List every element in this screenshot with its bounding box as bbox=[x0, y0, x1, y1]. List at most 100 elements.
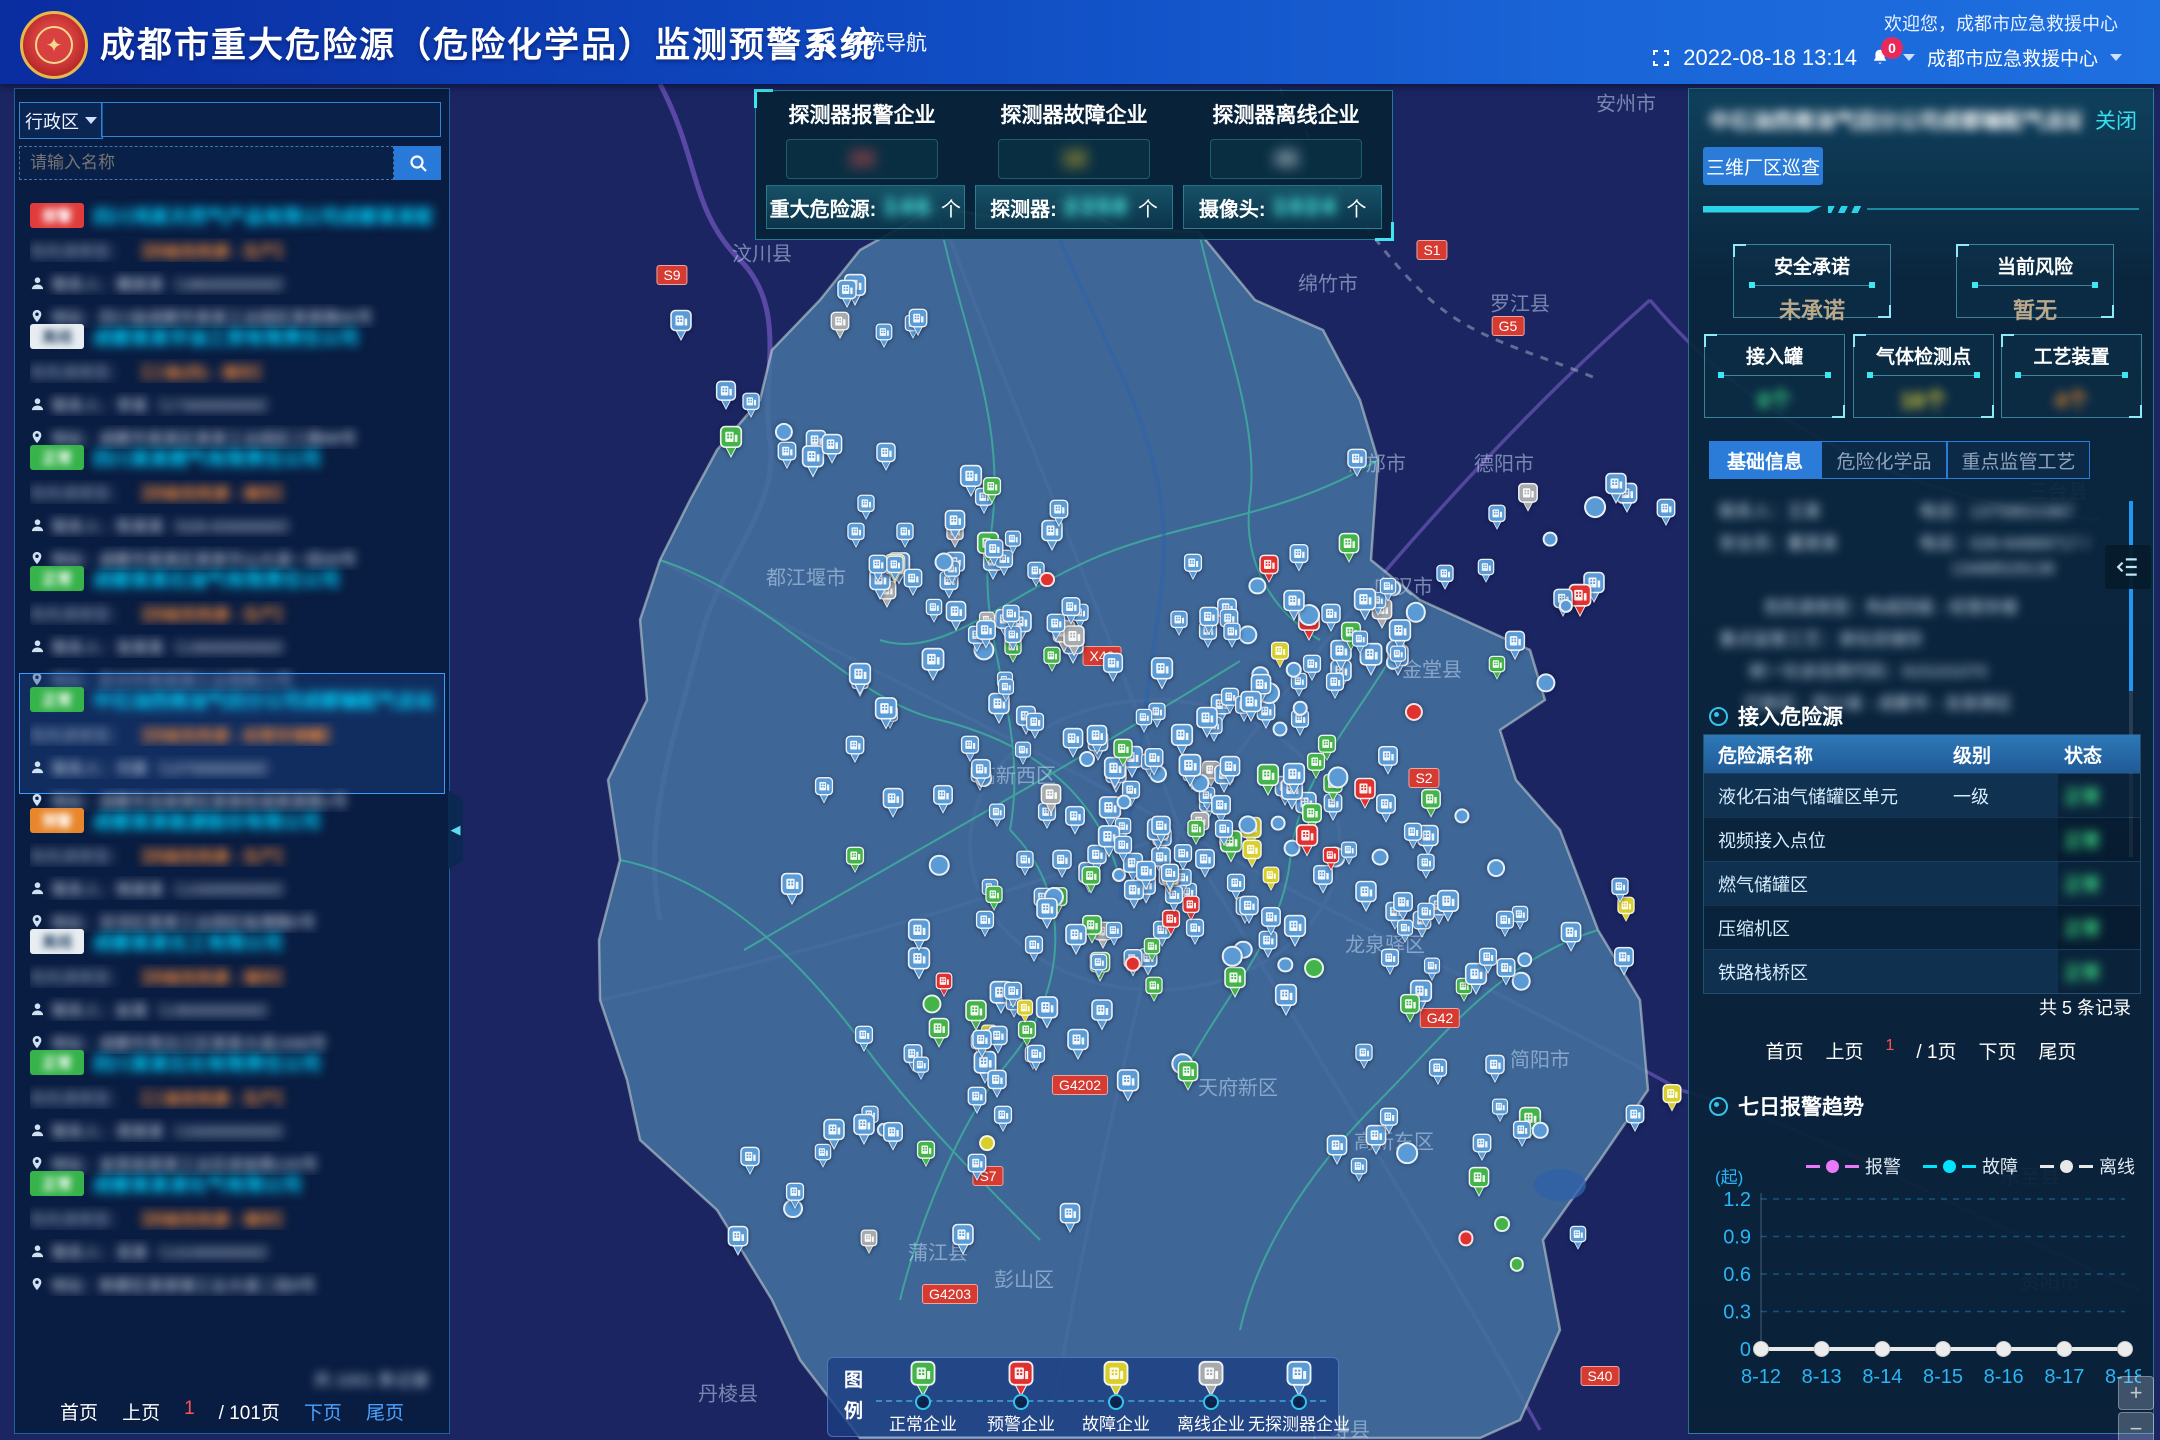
map-marker-dot[interactable] bbox=[1532, 1122, 1548, 1138]
map-marker-pin[interactable] bbox=[1063, 805, 1087, 840]
map-marker-dot[interactable] bbox=[1542, 531, 1557, 546]
trend-legend-item[interactable]: 报警 bbox=[1806, 1153, 1901, 1179]
zoom-in-button[interactable]: + bbox=[2118, 1376, 2154, 1410]
map-marker-pin[interactable] bbox=[1568, 1225, 1588, 1255]
map-marker-dot[interactable] bbox=[1249, 578, 1266, 595]
map-marker-pin[interactable] bbox=[1376, 745, 1400, 780]
tab-hazchem[interactable]: 危险化学品 bbox=[1821, 441, 1947, 479]
zoom-out-button[interactable]: − bbox=[2118, 1412, 2154, 1440]
map-marker-dot[interactable] bbox=[1536, 674, 1555, 693]
table-row[interactable]: 视频接入点位正常 bbox=[1704, 817, 2140, 861]
map-marker-pin[interactable] bbox=[1353, 880, 1379, 917]
map-marker-dot[interactable] bbox=[1278, 957, 1293, 972]
map-marker-pin[interactable] bbox=[1222, 622, 1243, 653]
trend-legend-item[interactable]: 离线 bbox=[2040, 1153, 2135, 1179]
map-marker-pin[interactable] bbox=[1398, 993, 1422, 1028]
map-marker-pin[interactable] bbox=[738, 1146, 762, 1180]
map-marker-pin[interactable] bbox=[1003, 530, 1023, 559]
map-marker-dot[interactable] bbox=[1286, 661, 1303, 678]
page-first[interactable]: 首页 bbox=[60, 1398, 98, 1425]
user-menu[interactable]: 成都市应急救援中心 bbox=[1927, 44, 2098, 71]
map-marker-pin[interactable] bbox=[1218, 755, 1243, 791]
map-marker-pin[interactable] bbox=[1415, 902, 1436, 933]
map-marker-pin[interactable] bbox=[1339, 841, 1359, 870]
map-marker-pin[interactable] bbox=[981, 476, 1003, 509]
map-marker-pin[interactable] bbox=[1182, 553, 1204, 585]
map-marker-dot[interactable] bbox=[1494, 1216, 1510, 1232]
map-marker-pin[interactable] bbox=[740, 392, 761, 423]
company-card[interactable]: 离线成都某某华油工贸有限责任公司危险源类型：【三级(四) - 储存】联系人：李某… bbox=[19, 310, 445, 431]
map-marker-pin[interactable] bbox=[1259, 906, 1283, 941]
map-marker-pin[interactable] bbox=[874, 442, 898, 476]
map-marker-pin[interactable] bbox=[1287, 543, 1310, 577]
map-marker-pin[interactable] bbox=[1143, 976, 1164, 1007]
map-marker-pin[interactable] bbox=[873, 323, 894, 353]
map-marker-pin[interactable] bbox=[1104, 921, 1124, 951]
map-marker-pin[interactable] bbox=[1434, 564, 1455, 595]
page-last[interactable]: 尾页 bbox=[366, 1398, 404, 1425]
map-marker-pin[interactable] bbox=[1013, 741, 1033, 770]
trend-legend-item[interactable]: 故障 bbox=[1923, 1153, 2018, 1179]
company-card[interactable]: 正常成都某某液化气有限公司危险源类型：【四级危险源 - 储存】联系人：吴某（13… bbox=[19, 1157, 445, 1278]
map-marker-pin[interactable] bbox=[1148, 656, 1175, 695]
page-first[interactable]: 首页 bbox=[1765, 1037, 1803, 1064]
table-row[interactable]: 燃气储罐区正常 bbox=[1704, 861, 2140, 905]
map-marker-dot[interactable] bbox=[922, 995, 941, 1014]
map-marker-pin[interactable] bbox=[950, 1223, 976, 1260]
map-marker-pin[interactable] bbox=[1324, 1134, 1349, 1170]
table-row[interactable]: 压缩机区正常 bbox=[1704, 905, 2140, 949]
map-marker-pin[interactable] bbox=[894, 522, 915, 553]
map-marker-pin[interactable] bbox=[1661, 1083, 1684, 1117]
map-marker-pin[interactable] bbox=[835, 279, 859, 313]
map-marker-pin[interactable] bbox=[970, 1029, 994, 1063]
map-marker-dot[interactable] bbox=[1327, 767, 1348, 788]
map-marker-pin[interactable] bbox=[1024, 712, 1046, 744]
map-marker-pin[interactable] bbox=[1034, 897, 1060, 934]
map-marker-pin[interactable] bbox=[846, 522, 867, 553]
map-marker-pin[interactable] bbox=[1111, 738, 1135, 772]
map-marker-pin[interactable] bbox=[1134, 860, 1159, 895]
map-marker-dot[interactable] bbox=[1371, 849, 1388, 866]
page-prev[interactable]: 上页 bbox=[122, 1398, 160, 1425]
map-marker-pin[interactable] bbox=[1023, 935, 1045, 967]
map-marker-pin[interactable] bbox=[1435, 889, 1462, 927]
map-marker-pin[interactable] bbox=[911, 1056, 931, 1085]
map-marker-pin[interactable] bbox=[851, 1113, 877, 1150]
map-marker-pin[interactable] bbox=[1100, 652, 1125, 687]
map-marker-pin[interactable] bbox=[1466, 1166, 1491, 1202]
map-marker-pin[interactable] bbox=[919, 647, 947, 686]
map-marker-pin[interactable] bbox=[1282, 914, 1309, 952]
map-marker-pin[interactable] bbox=[1487, 504, 1508, 535]
map-marker-dot[interactable] bbox=[1455, 809, 1470, 824]
map-marker-dot[interactable] bbox=[1222, 946, 1242, 966]
map-marker-pin[interactable] bbox=[985, 1069, 1009, 1103]
tab-key-process[interactable]: 重点监管工艺 bbox=[1947, 441, 2090, 479]
map-marker-pin[interactable] bbox=[828, 311, 851, 344]
map-marker-pin[interactable] bbox=[1194, 706, 1220, 743]
company-card[interactable]: 正常中石油西南油气田分公司成都输配气总站液化气储配厂危险源类型：【四级危险源 -… bbox=[19, 673, 445, 794]
map-marker-pin[interactable] bbox=[717, 425, 744, 463]
map-marker-pin[interactable] bbox=[858, 1229, 879, 1259]
map-marker-pin[interactable] bbox=[1159, 863, 1181, 895]
map-marker-pin[interactable] bbox=[821, 1118, 847, 1155]
map-marker-pin[interactable] bbox=[943, 509, 968, 545]
map-marker-pin[interactable] bbox=[778, 872, 805, 910]
map-marker-pin[interactable] bbox=[1176, 753, 1204, 792]
panel-expand-button[interactable] bbox=[2105, 545, 2151, 589]
map-marker-pin[interactable] bbox=[1050, 849, 1074, 883]
system-nav-button[interactable]: 系统导航 bbox=[815, 0, 927, 84]
map-marker-pin[interactable] bbox=[1114, 1068, 1141, 1107]
map-marker-pin[interactable] bbox=[1378, 577, 1398, 607]
map-marker-pin[interactable] bbox=[873, 696, 900, 735]
map-marker-pin[interactable] bbox=[1059, 596, 1082, 630]
map-marker-pin[interactable] bbox=[906, 918, 933, 956]
map-marker-pin[interactable] bbox=[915, 1140, 937, 1172]
map-marker-pin[interactable] bbox=[1511, 1120, 1533, 1152]
map-marker-pin[interactable] bbox=[1089, 953, 1109, 983]
map-marker-pin[interactable] bbox=[1254, 763, 1281, 801]
map-marker-pin[interactable] bbox=[959, 735, 981, 767]
map-marker-pin[interactable] bbox=[1494, 957, 1517, 991]
map-marker-dot[interactable] bbox=[1487, 859, 1505, 877]
map-marker-pin[interactable] bbox=[1402, 822, 1424, 854]
map-marker-pin[interactable] bbox=[1294, 823, 1321, 862]
